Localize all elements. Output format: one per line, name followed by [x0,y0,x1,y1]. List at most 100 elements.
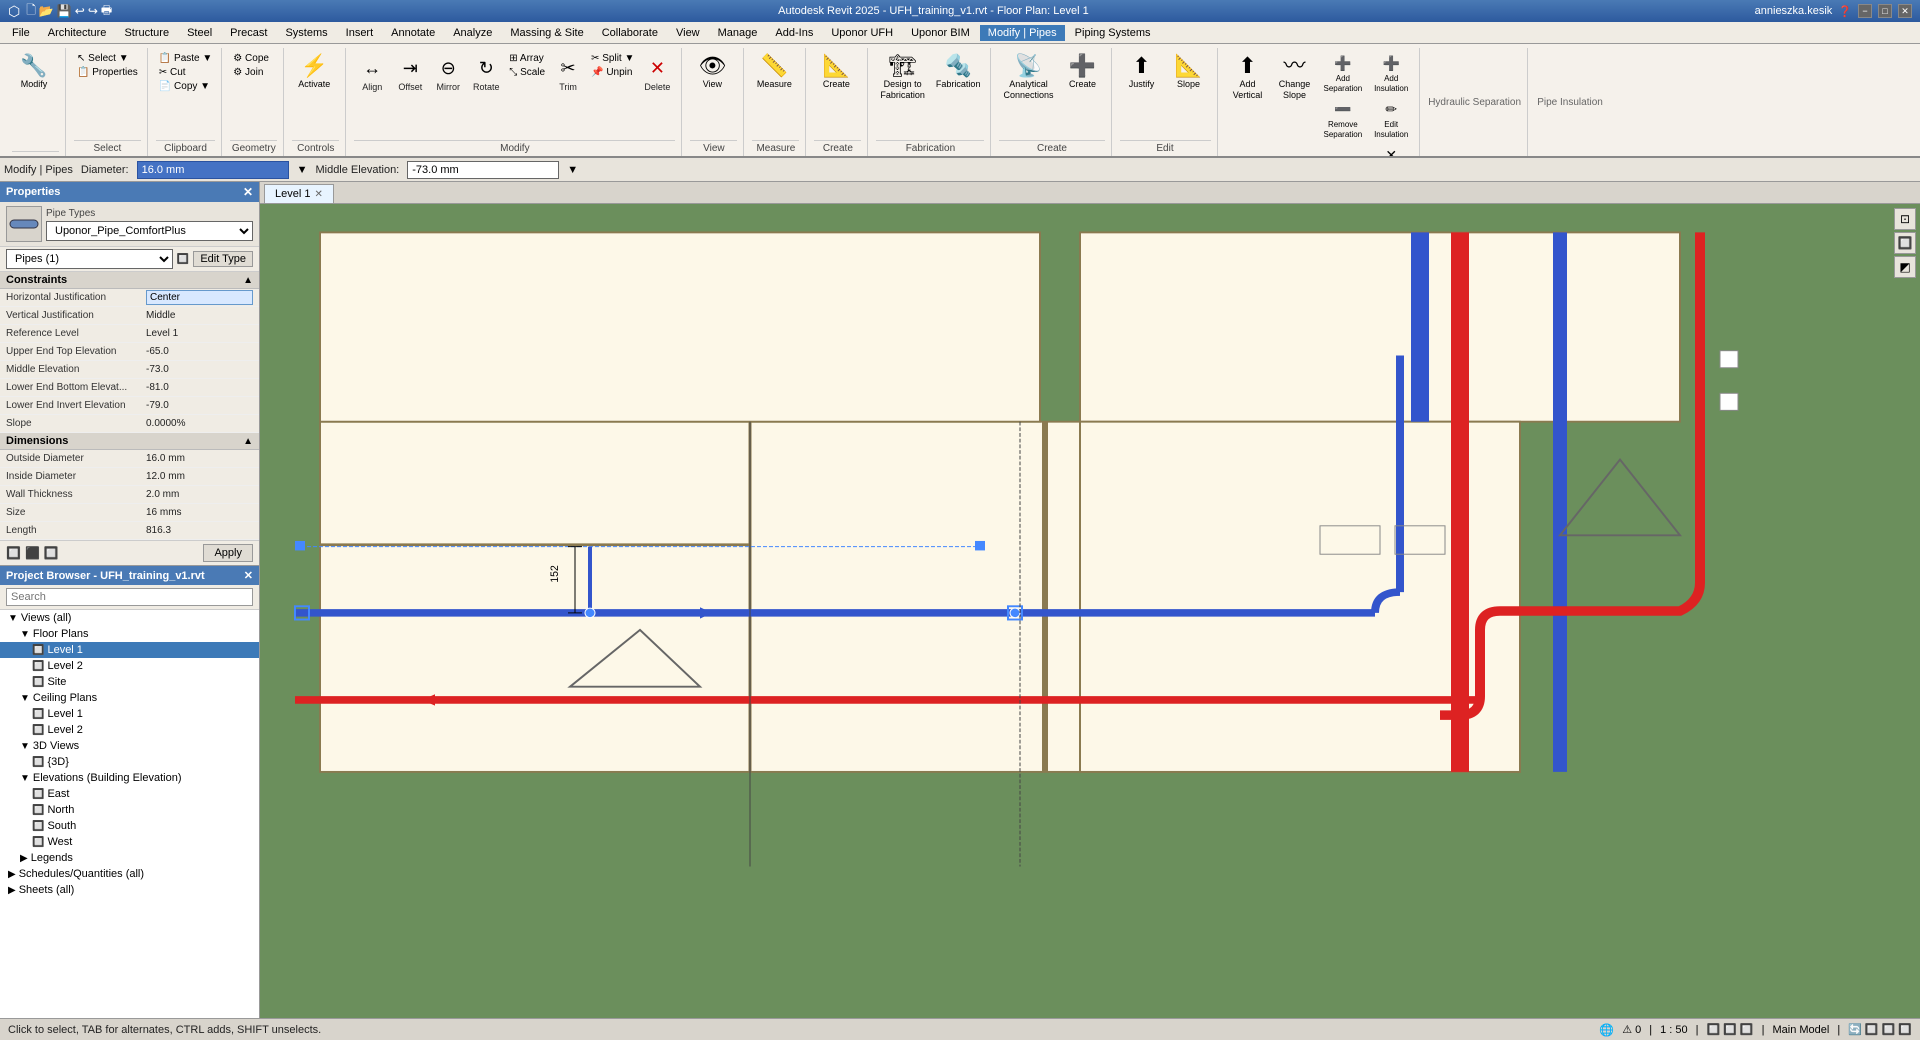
tree-item-level2-floor[interactable]: 🔲 Level 2 [0,658,259,674]
status-r1[interactable]: 🔲 [1865,1023,1879,1036]
menu-annotate[interactable]: Annotate [383,25,443,41]
menu-addins[interactable]: Add-Ins [767,25,821,41]
constraints-section-header[interactable]: Constraints ▲ [0,272,259,289]
tree-item-sheets[interactable]: ▶ Sheets (all) [0,882,259,898]
diameter-input[interactable] [137,161,289,179]
menu-uponor-bim[interactable]: Uponor BIM [903,25,978,41]
menu-massing[interactable]: Massing & Site [502,25,591,41]
zoom-to-fit-btn[interactable]: ⊡ [1894,208,1916,230]
clipboard-copy-btn[interactable]: 📄 Copy ▼ [156,80,215,93]
trim-btn[interactable]: ✂ Trim [550,52,586,95]
slope-btn[interactable]: 📐 Slope [1167,52,1211,93]
offset-btn[interactable]: ⇥ Offset [392,52,428,95]
canvas-viewport[interactable]: 152 [260,204,1920,1018]
menu-analyze[interactable]: Analyze [445,25,500,41]
browser-close-btn[interactable]: ✕ [244,569,253,582]
qa-open[interactable]: 📂 [39,4,54,18]
scale-btn[interactable]: ⤡ Scale [506,66,548,79]
qa-new[interactable]: 🗋 [26,1,36,22]
split-btn[interactable]: ✂ Split ▼ [588,52,637,65]
menu-uponor-ufh[interactable]: Uponor UFH [823,25,901,41]
menu-modify-pipes[interactable]: Modify | Pipes [980,25,1065,41]
clipboard-paste-btn[interactable]: 📋 Paste ▼ [156,52,215,65]
join-btn[interactable]: ⚙ Join [230,66,272,79]
menu-precast[interactable]: Precast [222,25,275,41]
menu-file[interactable]: File [4,25,38,41]
analytical-create-btn[interactable]: ➕ Create [1061,52,1105,93]
sync-icon[interactable]: 🔄 [1848,1023,1862,1036]
remove-separation-btn[interactable]: ➖ RemoveSeparation [1320,98,1367,142]
status-icon-1[interactable]: 🔲 [1707,1023,1721,1036]
menu-systems[interactable]: Systems [277,25,335,41]
status-icon-2[interactable]: 🔲 [1723,1023,1737,1036]
view-icon-1[interactable]: 🔲 [1894,232,1916,254]
properties-btn[interactable]: 📋 Properties [74,66,141,79]
menu-structure[interactable]: Structure [116,25,177,41]
analytical-connections-btn[interactable]: 📡 AnalyticalConnections [999,52,1057,104]
tree-item-floor-plans[interactable]: ▼ Floor Plans [0,626,259,642]
view-btn[interactable]: 👁 View [690,52,734,93]
menu-manage[interactable]: Manage [710,25,766,41]
horiz-just-input[interactable] [146,290,253,305]
qa-save[interactable]: 💾 [57,4,72,18]
edit-insulation-btn[interactable]: ✏ EditInsulation [1369,98,1413,142]
minimize-btn[interactable]: − [1858,4,1872,18]
status-icon-3[interactable]: 🔲 [1740,1023,1754,1036]
pipe-count-dropdown[interactable]: Pipes (1) [6,249,173,269]
view-icon-2[interactable]: ◩ [1894,256,1916,278]
align-btn[interactable]: ↔ Align [354,52,390,95]
prop-icon-2[interactable]: ⬛ [25,546,40,560]
tree-item-level1-floor[interactable]: 🔲 Level 1 [0,642,259,658]
activate-btn[interactable]: ⚡ Activate [292,52,336,93]
tree-item-schedules[interactable]: ▶ Schedules/Quantities (all) [0,866,259,882]
menu-piping-systems[interactable]: Piping Systems [1067,25,1159,41]
help-btn[interactable]: ❓ [1838,5,1852,18]
elevation-input[interactable] [407,161,559,179]
elevation-dropdown-icon[interactable]: ▼ [567,164,578,176]
tree-item-3d-views[interactable]: ▼ 3D Views [0,738,259,754]
canvas-tab-level1[interactable]: Level 1 ✕ [264,184,334,203]
menu-insert[interactable]: Insert [338,25,382,41]
rotate-btn[interactable]: ↻ Rotate [468,52,504,95]
status-r3[interactable]: 🔲 [1898,1023,1912,1036]
qa-undo[interactable]: ↩ [75,4,85,18]
prop-icon-1[interactable]: 🔲 [6,546,21,560]
cope-btn[interactable]: ⚙ Cope [230,52,272,65]
array-btn[interactable]: ⊞ Array [506,52,548,65]
unpin-btn[interactable]: 📌 Unpin [588,66,637,79]
tree-item-west[interactable]: 🔲 West [0,834,259,850]
tree-item-elevations[interactable]: ▼ Elevations (Building Elevation) [0,770,259,786]
menu-collaborate[interactable]: Collaborate [594,25,666,41]
properties-close-btn[interactable]: ✕ [243,185,253,199]
delete-btn[interactable]: ✕ Delete [639,52,675,95]
type-dropdown[interactable]: Uponor_Pipe_ComfortPlus [46,221,253,241]
mirror-btn[interactable]: ⊖ Mirror [430,52,466,95]
edit-type-btn[interactable]: Edit Type [193,251,253,267]
measure-btn[interactable]: 📏 Measure [752,52,796,93]
restore-btn[interactable]: □ [1878,4,1892,18]
apply-btn[interactable]: Apply [203,544,253,562]
tree-item-level2-ceiling[interactable]: 🔲 Level 2 [0,722,259,738]
create-btn[interactable]: 📐 Create [814,52,858,93]
remove-insulation-btn[interactable]: ✕ RemoveInsulation [1369,144,1413,156]
change-slope-btn[interactable]: 〰 ChangeSlope [1273,52,1317,104]
tree-item-north[interactable]: 🔲 North [0,802,259,818]
tree-item-site-floor[interactable]: 🔲 Site [0,674,259,690]
select-btn[interactable]: ↖ Select ▼ [74,52,141,65]
design-to-fabrication-btn[interactable]: 🏗 Design toFabrication [876,52,929,104]
status-r2[interactable]: 🔲 [1882,1023,1896,1036]
tree-item-3d[interactable]: 🔲 {3D} [0,754,259,770]
menu-steel[interactable]: Steel [179,25,220,41]
tree-item-south[interactable]: 🔲 South [0,818,259,834]
qa-print[interactable]: 🖶 [101,1,112,22]
add-insulation-btn[interactable]: ➕ AddInsulation [1369,52,1413,96]
modify-btn[interactable]: 🔧 Modify [12,52,56,93]
tree-item-views-all[interactable]: ▼ Views (all) [0,610,259,626]
dimensions-section-header[interactable]: Dimensions ▲ [0,433,259,450]
prop-icon-3[interactable]: 🔲 [44,546,59,560]
tree-item-level1-ceiling[interactable]: 🔲 Level 1 [0,706,259,722]
browser-search-input[interactable] [6,588,253,606]
justify-btn[interactable]: ⬆ Justify [1120,52,1164,93]
qa-redo[interactable]: ↪ [88,4,98,18]
add-separation-btn[interactable]: ➕ AddSeparation [1320,52,1367,96]
